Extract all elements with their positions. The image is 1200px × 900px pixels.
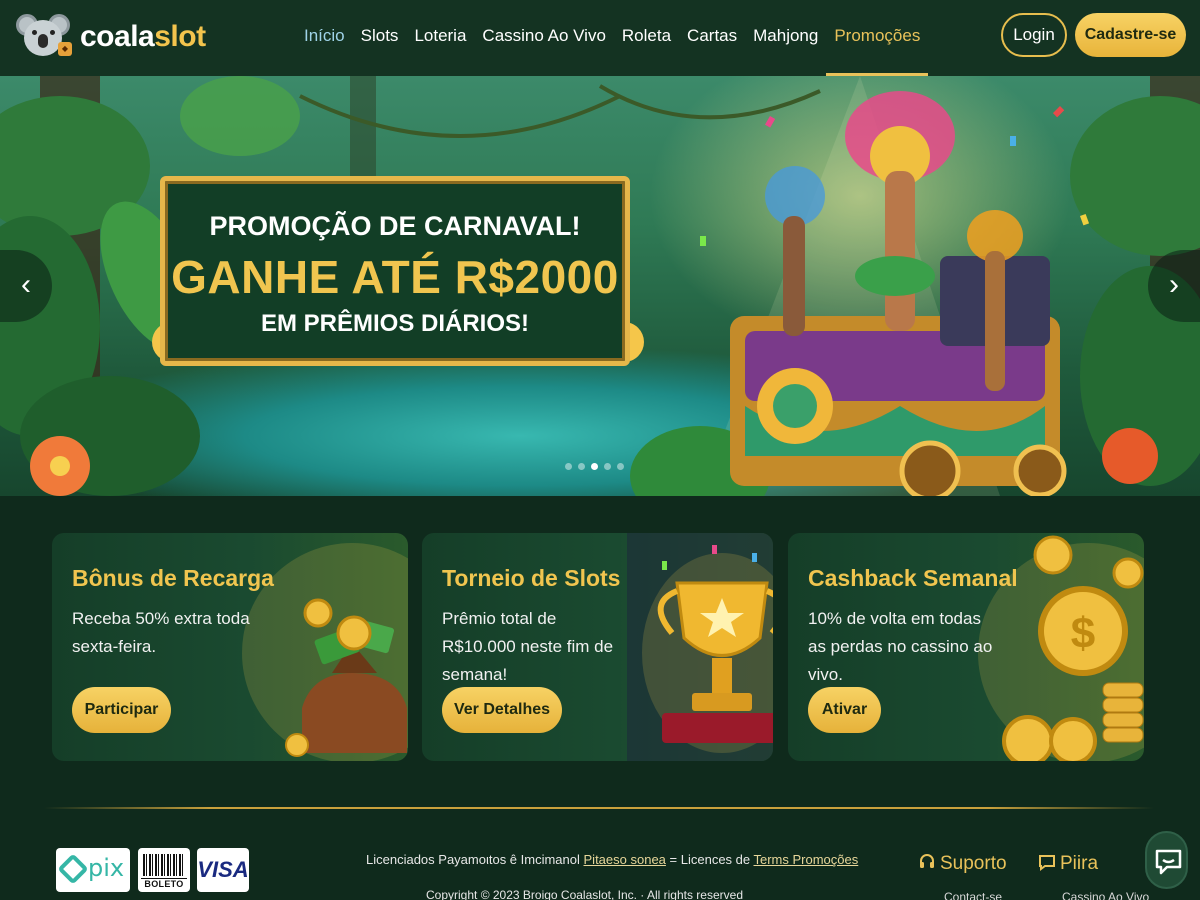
carousel-dot[interactable]	[604, 463, 611, 470]
chat-icon	[1155, 849, 1182, 875]
nav-loteria[interactable]: Loteria	[414, 0, 466, 76]
headset-icon	[920, 854, 934, 868]
carousel-dot[interactable]	[591, 463, 598, 470]
hero-carousel[interactable]: PROMOÇÃO DE CARNAVAL! GANHE ATÉ R$2000 E…	[0, 76, 1200, 496]
nav-cassino-ao-vivo[interactable]: Cassino Ao Vivo	[482, 0, 605, 76]
footer-license-text: Licenciados Payamoιtos ê Imcimanol Pitae…	[366, 852, 859, 867]
live-chat-button[interactable]	[1145, 831, 1188, 889]
koala-mascot-icon: ◆	[14, 12, 74, 62]
card-title: Torneio de Slots	[442, 565, 621, 591]
card-description: Prêmio total de R$10.000 neste fim de se…	[442, 609, 614, 684]
carousel-dot[interactable]	[578, 463, 585, 470]
svg-text:$: $	[1071, 609, 1095, 658]
promo-card-slots-tournament: Torneio de Slots Prêmio total de R$10.00…	[422, 533, 773, 761]
promo-amount: GANHE ATÉ R$2000	[171, 251, 619, 303]
chat-bubble-icon	[1039, 855, 1055, 871]
footer-link-terms[interactable]: Terms Promoções	[754, 852, 859, 867]
activate-button[interactable]: Ativar	[808, 687, 881, 733]
pix-payment-logo: pix	[56, 848, 130, 892]
footer-contact-link[interactable]: Contact-se	[944, 890, 1002, 900]
card-description: Receba 50% extra toda sexta-feira.	[72, 609, 250, 656]
carousel-dot[interactable]	[617, 463, 624, 470]
footer-divider	[44, 807, 1154, 809]
top-header: ◆ coalaslot Início Slots Loteria Cassino…	[0, 0, 1200, 76]
login-button[interactable]: Login	[1001, 13, 1067, 57]
nav-cartas[interactable]: Cartas	[687, 0, 737, 76]
carousel-indicators	[562, 463, 627, 470]
visa-payment-logo: VISA	[197, 848, 249, 892]
promo-headline: PROMOÇÃO DE CARNAVAL!	[209, 211, 581, 241]
nav-slots[interactable]: Slots	[361, 0, 399, 76]
signup-button[interactable]: Cadastre-se	[1075, 13, 1186, 57]
card-title: Bônus de Recarga	[72, 565, 274, 591]
promo-subline: EM PRÊMIOS DIÁRIOS!	[260, 310, 530, 337]
brand-logo[interactable]: ◆ coalaslot	[14, 12, 206, 62]
card-title: Cashback Semanal	[808, 565, 1018, 591]
support-link[interactable]: Suporto	[918, 853, 1007, 875]
view-details-button[interactable]: Ver Detalhes	[442, 687, 562, 733]
nav-promocoes[interactable]: Promoções	[826, 0, 929, 76]
promo-card-recharge-bonus: Bônus de Recarga Receba 50% extra toda s…	[52, 533, 408, 761]
footer-copyright: Copyright © 2023 Broigo Coalaslot, Inc. …	[426, 888, 743, 900]
nav-inicio[interactable]: Início	[304, 0, 345, 76]
participate-button[interactable]: Participar	[72, 687, 171, 733]
nav-mahjong[interactable]: Mahjong	[753, 0, 818, 76]
footer-live-casino-link[interactable]: Cassino Ao Vivo	[1062, 890, 1149, 900]
boleto-payment-logo: BOLETO	[138, 848, 190, 892]
main-nav: Início Slots Loteria Cassino Ao Vivo Rol…	[296, 0, 929, 76]
piira-link[interactable]: Piira	[1038, 853, 1098, 875]
nav-roleta[interactable]: Roleta	[622, 0, 671, 76]
promo-card-weekly-cashback: $ Cashback Semanal 10% de volta em todas…	[788, 533, 1144, 761]
carousel-dot[interactable]	[565, 463, 572, 470]
promo-banner-board[interactable]: PROMOÇÃO DE CARNAVAL! GANHE ATÉ R$2000 E…	[160, 176, 630, 366]
footer-link-1[interactable]: Pitaeso sonea	[584, 852, 666, 867]
card-description: 10% de volta em todas as perdas no cassi…	[808, 609, 993, 684]
brand-name: coalaslot	[80, 20, 206, 53]
